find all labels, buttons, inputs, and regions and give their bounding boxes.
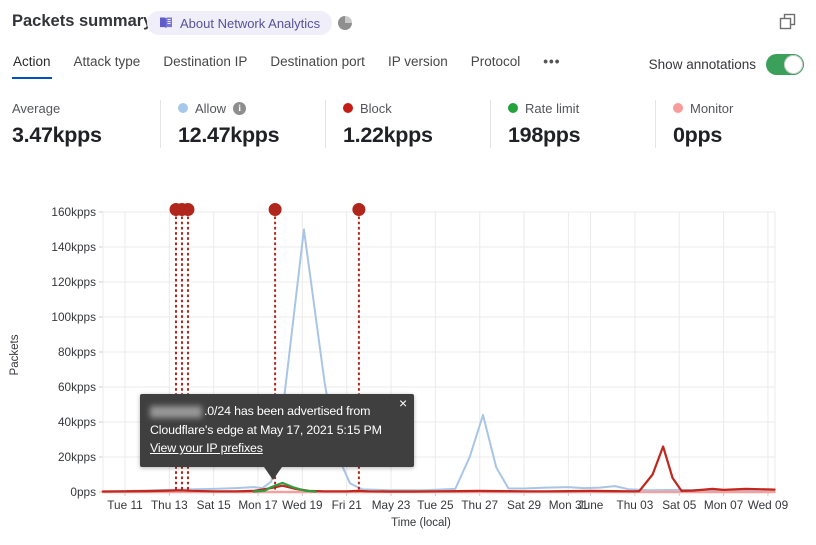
tooltip-line-1: .0/24 has been advertised from <box>150 402 404 421</box>
x-tick-label: Thu 13 <box>151 498 188 512</box>
y-tick-label: 100kpps <box>51 310 96 324</box>
annotation-dot[interactable] <box>352 203 366 216</box>
x-tick-label: Tue 25 <box>417 498 454 512</box>
close-icon[interactable]: × <box>399 395 407 411</box>
tooltip-line-2: Cloudflare's edge at May 17, 2021 5:15 P… <box>150 422 382 437</box>
view-ip-prefixes-link[interactable]: View your IP prefixes <box>150 441 263 455</box>
annotation-dot[interactable] <box>268 203 282 216</box>
y-tick-label: 140kpps <box>51 240 96 254</box>
redacted-ip-prefix <box>150 405 202 418</box>
x-tick-label: Fri 21 <box>332 498 362 512</box>
x-tick-label: Sat 05 <box>662 498 697 512</box>
annotation-tooltip: × .0/24 has been advertised from Cloudfl… <box>140 394 414 480</box>
x-tick-label: Mon 07 <box>704 498 743 512</box>
x-tick-label: May 23 <box>372 498 411 512</box>
x-tick-label: Wed 09 <box>748 498 788 512</box>
x-tick-label: Mon 17 <box>238 498 277 512</box>
y-tick-label: 160kpps <box>51 205 96 219</box>
x-tick-label: Wed 19 <box>282 498 322 512</box>
x-tick-label: Sat 15 <box>197 498 232 512</box>
x-tick-label: Thu 03 <box>617 498 654 512</box>
tooltip-arrow <box>264 466 282 480</box>
x-tick-label: Tue 11 <box>107 498 142 512</box>
y-tick-label: 0pps <box>70 485 96 499</box>
y-tick-label: 120kpps <box>51 275 96 289</box>
x-tick-label: June <box>578 498 604 512</box>
y-tick-label: 80kpps <box>58 345 96 359</box>
annotation-dot[interactable] <box>181 203 195 216</box>
tooltip-link-row: View your IP prefixes <box>150 439 404 458</box>
x-tick-label: Sat 29 <box>507 498 541 512</box>
y-tick-label: 60kpps <box>58 380 96 394</box>
x-axis-title: Time (local) <box>391 517 451 529</box>
packets-summary-panel: Packets summary About Network Analytics … <box>0 0 816 545</box>
y-tick-label: 40kpps <box>58 415 96 429</box>
y-axis-title: Packets <box>9 334 21 375</box>
x-tick-label: Thu 27 <box>461 498 498 512</box>
y-tick-label: 20kpps <box>58 450 96 464</box>
